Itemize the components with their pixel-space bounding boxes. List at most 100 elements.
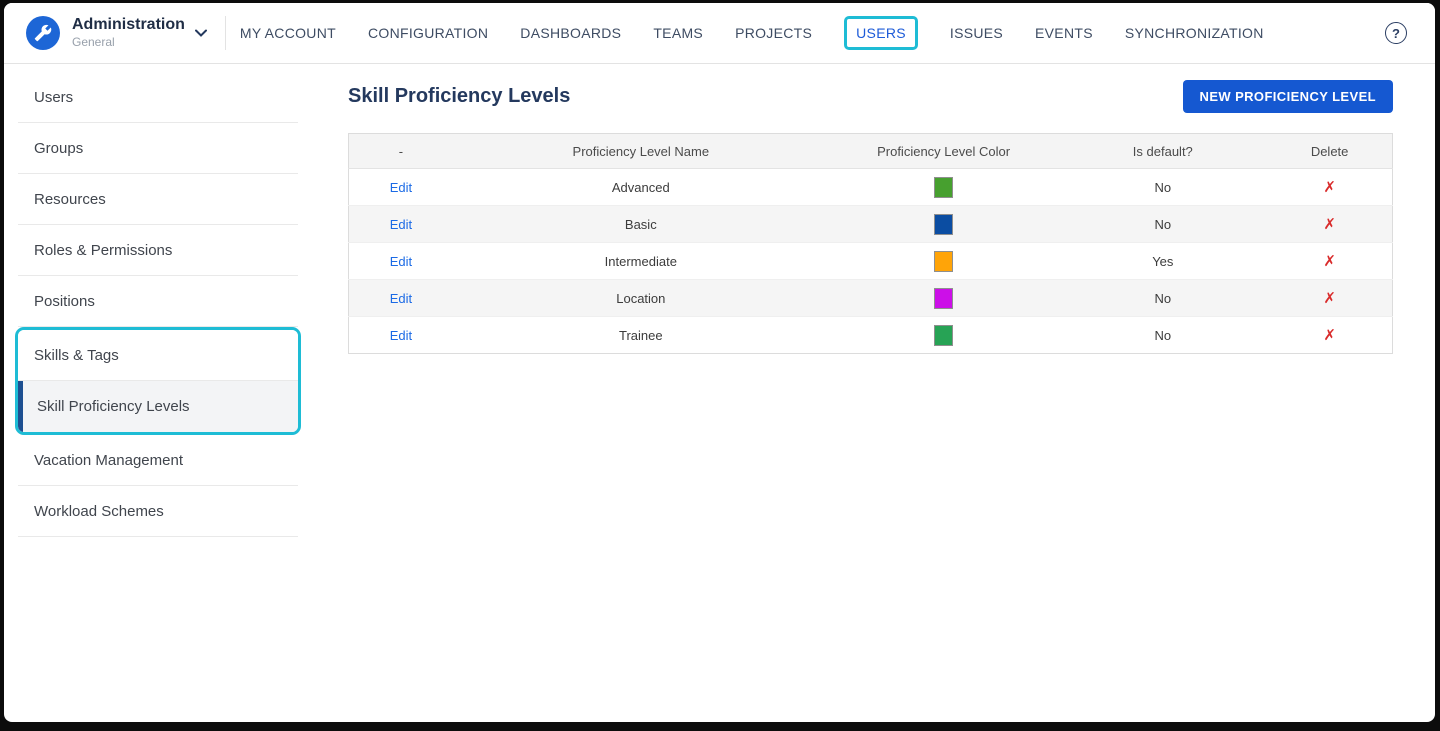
edit-link[interactable]: Edit: [390, 254, 412, 269]
proficiency-name-cell: Basic: [453, 206, 829, 243]
sidebar-item-label: Skill Proficiency Levels: [37, 398, 190, 415]
proficiency-name-cell: Location: [453, 280, 829, 317]
table-row: Edit Advanced No ✗: [348, 169, 1393, 206]
is-default-cell: No: [1058, 317, 1267, 354]
sidebar-item-label: Workload Schemes: [34, 502, 164, 520]
proficiency-name-cell: Intermediate: [453, 243, 829, 280]
edit-link[interactable]: Edit: [390, 180, 412, 195]
wrench-icon: [26, 16, 60, 50]
sidebar-item-resources[interactable]: Resources: [18, 174, 298, 225]
sidebar-item-label: Vacation Management: [34, 451, 183, 469]
main-panel: Skill Proficiency Levels NEW PROFICIENCY…: [334, 64, 1435, 722]
new-proficiency-level-button[interactable]: NEW PROFICIENCY LEVEL: [1182, 80, 1393, 113]
color-swatch: [934, 213, 954, 235]
color-swatch: [934, 287, 954, 309]
sidebar-item-workload-schemes[interactable]: Workload Schemes: [18, 486, 298, 537]
sidebar-item-skill-proficiency-levels[interactable]: Skill Proficiency Levels: [18, 381, 298, 432]
delete-icon[interactable]: ✗: [1323, 216, 1336, 233]
nav-item-dashboards[interactable]: DASHBOARDS: [520, 25, 621, 41]
table-row: Edit Trainee No ✗: [349, 317, 1393, 354]
sidebar-item-vacation-management[interactable]: Vacation Management: [18, 435, 298, 486]
table-body: Edit Advanced No ✗ Edit Basic No ✗ Edit Intermedi…: [348, 169, 1393, 354]
sidebar-item-label: Skills & Tags: [34, 346, 119, 364]
edit-cell: Edit: [349, 280, 453, 317]
color-swatch: [934, 176, 954, 198]
edit-link[interactable]: Edit: [390, 328, 412, 343]
delete-cell: ✗: [1267, 169, 1392, 206]
sidebar-item-label: Roles & Permissions: [34, 241, 173, 259]
column-header-is-default: Is default?: [1058, 133, 1268, 169]
delete-cell: ✗: [1267, 317, 1392, 354]
sidebar-item-label: Positions: [34, 292, 95, 310]
sidebar-item-roles-permissions[interactable]: Roles & Permissions: [18, 225, 298, 276]
nav-item-issues[interactable]: ISSUES: [950, 25, 1003, 41]
delete-icon[interactable]: ✗: [1323, 327, 1336, 344]
sidebar-item-groups[interactable]: Groups: [18, 123, 298, 174]
brand-text: Administration General: [72, 16, 185, 49]
delete-icon[interactable]: ✗: [1323, 290, 1336, 307]
proficiency-table-wrap: - Proficiency Level Name Proficiency Level…: [348, 133, 1393, 354]
nav-divider: [224, 16, 226, 50]
delete-cell: ✗: [1267, 280, 1392, 317]
delete-cell: ✗: [1267, 206, 1392, 243]
proficiency-name: Location: [616, 290, 666, 306]
nav-item-teams[interactable]: TEAMS: [653, 25, 703, 41]
delete-cell: ✗: [1267, 243, 1392, 280]
table-row: Edit Basic No ✗: [348, 205, 1393, 243]
delete-icon[interactable]: ✗: [1323, 179, 1336, 196]
sidebar-item-skills-tags[interactable]: Skills & Tags: [18, 330, 298, 381]
proficiency-color-cell: [829, 280, 1059, 317]
color-swatch: [934, 324, 954, 346]
is-default-cell: Yes: [1058, 243, 1267, 280]
proficiency-name: Advanced: [611, 179, 670, 195]
color-swatch: [934, 250, 954, 272]
is-default-cell: No: [1058, 206, 1267, 243]
column-header-edit: -: [348, 133, 453, 169]
proficiency-color-cell: [829, 317, 1059, 354]
proficiency-table: - Proficiency Level Name Proficiency Level…: [348, 133, 1393, 354]
proficiency-name: Trainee: [619, 327, 663, 343]
content-area: Users Groups Resources Roles & Permissions P…: [4, 64, 1435, 722]
edit-link[interactable]: Edit: [390, 291, 412, 306]
nav-item-events[interactable]: EVENTS: [1035, 25, 1093, 41]
app-window: Administration General MY ACCOUNT CONFIGU…: [4, 3, 1435, 722]
brand-title: Administration: [72, 16, 185, 34]
proficiency-color-cell: [829, 243, 1059, 280]
top-nav: Administration General MY ACCOUNT CONFIGU…: [4, 3, 1435, 64]
admin-context-switcher[interactable]: Administration General: [4, 16, 207, 50]
delete-icon[interactable]: ✗: [1323, 253, 1336, 270]
nav-item-users[interactable]: USERS: [844, 16, 918, 50]
proficiency-name-cell: Trainee: [453, 317, 829, 354]
edit-cell: Edit: [349, 206, 453, 243]
nav-item-synchronization[interactable]: SYNCHRONIZATION: [1125, 25, 1264, 41]
edit-cell: Edit: [349, 243, 453, 280]
column-header-proficiency-level-name: Proficiency Level Name: [452, 133, 829, 169]
help-icon[interactable]: ?: [1385, 22, 1407, 44]
brand-subtitle: General: [72, 34, 115, 49]
proficiency-name: Intermediate: [604, 253, 677, 269]
edit-cell: Edit: [349, 317, 453, 354]
sidebar-item-users[interactable]: Users: [18, 72, 298, 123]
column-header-proficiency-level-color: Proficiency Level Color: [828, 133, 1059, 169]
sidebar-item-positions[interactable]: Positions: [18, 276, 298, 327]
sidebar-item-label: Resources: [34, 190, 106, 208]
sidebar: Users Groups Resources Roles & Permissions P…: [4, 64, 334, 722]
is-default-value: Yes: [1152, 253, 1174, 269]
sidebar-highlight-group: Skills & Tags Skill Proficiency Levels: [15, 327, 301, 435]
nav-item-my-account[interactable]: MY ACCOUNT: [240, 25, 336, 41]
proficiency-color-cell: [829, 169, 1059, 206]
nav-item-projects[interactable]: PROJECTS: [735, 25, 812, 41]
chevron-down-icon: [194, 29, 207, 37]
proficiency-name-cell: Advanced: [453, 169, 829, 206]
proficiency-color-cell: [829, 206, 1059, 243]
sidebar-item-label: Groups: [34, 139, 84, 157]
is-default-value: No: [1154, 290, 1172, 306]
nav-item-configuration[interactable]: CONFIGURATION: [368, 25, 488, 41]
edit-cell: Edit: [349, 169, 453, 206]
top-nav-items: MY ACCOUNT CONFIGURATION DASHBOARDS TEAMS PR…: [240, 16, 1264, 50]
is-default-value: No: [1154, 179, 1172, 195]
edit-link[interactable]: Edit: [390, 217, 412, 232]
main-header: Skill Proficiency Levels NEW PROFICIENCY…: [348, 80, 1393, 113]
proficiency-name: Basic: [624, 216, 657, 232]
sidebar-list: Users Groups Resources Roles & Permissions P…: [15, 72, 301, 537]
